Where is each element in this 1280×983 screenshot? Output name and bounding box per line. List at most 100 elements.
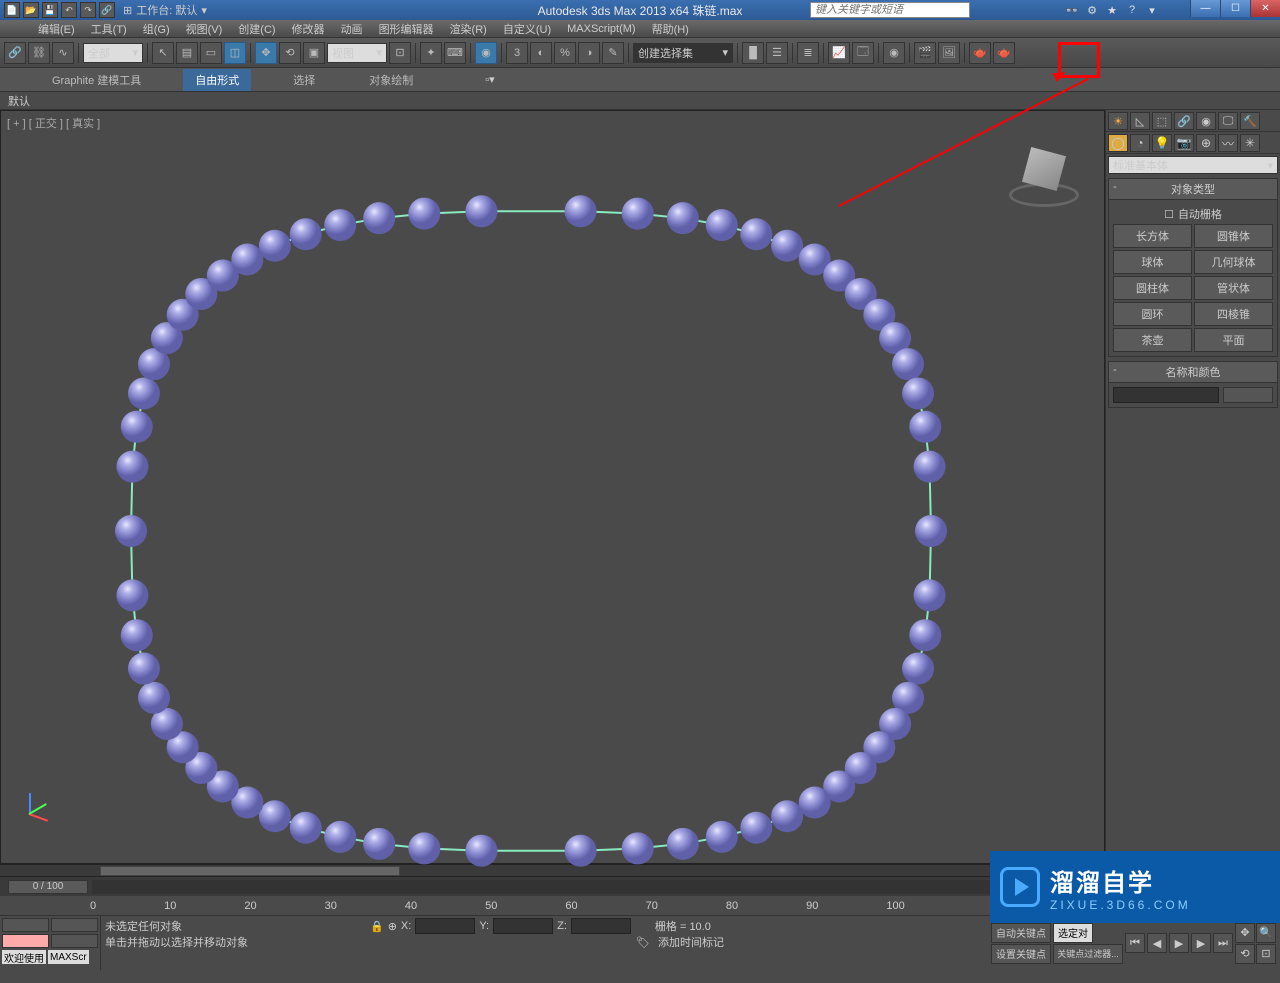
menu-view[interactable]: 视图(V) xyxy=(178,20,231,37)
pyramid-button[interactable]: 四棱锥 xyxy=(1194,302,1273,326)
select-icon[interactable]: ↖ xyxy=(152,42,174,64)
sel-icon[interactable]: ⬚ xyxy=(1152,112,1172,130)
schematic-icon[interactable]: 🗔 xyxy=(852,42,874,64)
search-input[interactable] xyxy=(811,3,969,17)
status-cell[interactable] xyxy=(51,934,98,948)
ribbon-tab-select[interactable]: 选择 xyxy=(281,69,327,91)
lights-icon[interactable]: 💡 xyxy=(1152,134,1172,152)
coord-icon[interactable]: ⊕ xyxy=(388,920,397,933)
color-swatch[interactable] xyxy=(1223,387,1273,403)
minimize-button[interactable]: — xyxy=(1190,0,1220,17)
cone-button[interactable]: 圆锥体 xyxy=(1194,224,1273,248)
link-icon[interactable]: 🔗 xyxy=(99,2,115,18)
viewport[interactable]: [ + ] [ 正交 ] [ 真实 ] xyxy=(0,110,1105,864)
menu-help[interactable]: 帮助(H) xyxy=(644,20,697,37)
close-button[interactable]: ✕ xyxy=(1250,0,1280,17)
goto-end-icon[interactable]: ⏭ xyxy=(1213,933,1233,953)
keyfilter-button[interactable]: 关键点过滤器... xyxy=(1053,944,1123,964)
search-box[interactable] xyxy=(810,2,970,18)
x-field[interactable] xyxy=(415,918,475,934)
nav-orbit-icon[interactable]: ⟲ xyxy=(1235,944,1255,964)
status-cell[interactable] xyxy=(2,918,49,932)
systems-icon[interactable]: ✳ xyxy=(1240,134,1260,152)
pivot-icon[interactable]: ⊡ xyxy=(389,42,411,64)
sun-icon[interactable]: ☀ xyxy=(1108,112,1128,130)
torus-button[interactable]: 圆环 xyxy=(1113,302,1192,326)
prev-frame-icon[interactable]: ◀ xyxy=(1147,933,1167,953)
bind-icon[interactable]: ∿ xyxy=(52,42,74,64)
tool-icon[interactable]: ⚙ xyxy=(1084,2,1100,18)
cameras-icon[interactable]: 📷 xyxy=(1174,134,1194,152)
goto-start-icon[interactable]: ⏮ xyxy=(1125,933,1145,953)
hammer-icon[interactable]: 🔨 xyxy=(1240,112,1260,130)
geosphere-button[interactable]: 几何球体 xyxy=(1194,250,1273,274)
spinsnap-icon[interactable]: ◑ xyxy=(578,42,600,64)
select-name-icon[interactable]: ▤ xyxy=(176,42,198,64)
menu-maxscript[interactable]: MAXScript(M) xyxy=(559,20,643,37)
unlink-icon[interactable]: ⛓ xyxy=(28,42,50,64)
manip-icon[interactable]: ✦ xyxy=(420,42,442,64)
ribbon-expand-icon[interactable]: ▫▾ xyxy=(485,73,494,86)
pctsnap-icon[interactable]: % xyxy=(554,42,576,64)
undo-icon[interactable]: ↶ xyxy=(61,2,77,18)
autogrid-check[interactable]: ☐自动栅格 xyxy=(1113,204,1273,224)
render-setup-icon[interactable]: 🎬 xyxy=(914,42,936,64)
curve-editor-icon[interactable]: 📈 xyxy=(828,42,850,64)
redo-icon[interactable]: ↷ xyxy=(80,2,96,18)
move-icon[interactable]: ✥ xyxy=(255,42,277,64)
render-frame-icon[interactable]: 🖼 xyxy=(938,42,960,64)
align-icon[interactable]: ☰ xyxy=(766,42,788,64)
selset-combo[interactable]: 创建选择集▾ xyxy=(633,43,733,63)
plane-button[interactable]: 平面 xyxy=(1194,328,1273,352)
teapot-button[interactable]: 茶壶 xyxy=(1113,328,1192,352)
next-frame-icon[interactable]: ▶ xyxy=(1191,933,1211,953)
disp-icon[interactable]: ◉ xyxy=(1196,112,1216,130)
y-field[interactable] xyxy=(493,918,553,934)
dropdown-icon[interactable]: ▾ xyxy=(1144,2,1160,18)
mirror-icon[interactable]: ▐▌ xyxy=(742,42,764,64)
ribbon-tab-freeform[interactable]: 自由形式 xyxy=(183,69,251,91)
layers-icon[interactable]: ≣ xyxy=(797,42,819,64)
snap3d-icon[interactable]: 3 xyxy=(506,42,528,64)
ribbon-tab-graphite[interactable]: Graphite 建模工具 xyxy=(40,69,153,91)
snap-icon[interactable]: ◉ xyxy=(475,42,497,64)
menu-anim[interactable]: 动画 xyxy=(333,20,371,37)
setkey-button[interactable]: 设置关键点 xyxy=(991,944,1051,964)
autokey-button[interactable]: 自动关键点 xyxy=(991,923,1051,943)
maximize-button[interactable]: ☐ xyxy=(1220,0,1250,17)
scale-icon[interactable]: ▣ xyxy=(303,42,325,64)
add-marker[interactable]: 添加时间标记 xyxy=(658,934,724,950)
geometry-icon[interactable]: ◯ xyxy=(1108,134,1128,152)
material-icon[interactable]: ◉ xyxy=(883,42,905,64)
status-cell[interactable] xyxy=(51,918,98,932)
workspace-selector[interactable]: ⊞工作台: 默认▾ xyxy=(123,2,207,18)
util-icon[interactable]: 🖵 xyxy=(1218,112,1238,130)
star-icon[interactable]: ★ xyxy=(1104,2,1120,18)
link2-icon[interactable]: 🔗 xyxy=(1174,112,1194,130)
open-icon[interactable]: 📂 xyxy=(23,2,39,18)
ribbon-default-label[interactable]: 默认 xyxy=(8,93,30,109)
menu-group[interactable]: 组(G) xyxy=(135,20,178,37)
selkey-combo[interactable]: 选定对 xyxy=(1053,923,1093,943)
menu-modifier[interactable]: 修改器 xyxy=(284,20,333,37)
z-field[interactable] xyxy=(571,918,631,934)
category-combo[interactable]: 标准基本体▾ xyxy=(1108,156,1278,174)
maxscr-label[interactable]: MAXScr xyxy=(48,950,89,964)
necklace-object[interactable] xyxy=(51,161,1051,901)
rollout-header-2[interactable]: -名称和颜色 xyxy=(1108,361,1278,383)
filter-combo[interactable]: 全部▾ xyxy=(83,43,143,63)
menu-custom[interactable]: 自定义(U) xyxy=(495,20,559,37)
teapot-icon[interactable]: 🫖 xyxy=(993,42,1015,64)
window-cross-icon[interactable]: ◫ xyxy=(224,42,246,64)
play-icon[interactable]: ▶ xyxy=(1169,933,1189,953)
rollout-header[interactable]: -对象类型 xyxy=(1108,178,1278,200)
save-icon[interactable]: 💾 xyxy=(42,2,58,18)
menu-render[interactable]: 渲染(R) xyxy=(442,20,495,37)
sphere-button[interactable]: 球体 xyxy=(1113,250,1192,274)
rect-select-icon[interactable]: ▭ xyxy=(200,42,222,64)
anglesnap-icon[interactable]: ◐ xyxy=(530,42,552,64)
viewport-label[interactable]: [ + ] [ 正交 ] [ 真实 ] xyxy=(7,115,100,131)
marker-icon[interactable]: 🏷 xyxy=(636,936,650,949)
menu-edit[interactable]: 编辑(E) xyxy=(30,20,83,37)
helpers-icon[interactable]: ⊕ xyxy=(1196,134,1216,152)
